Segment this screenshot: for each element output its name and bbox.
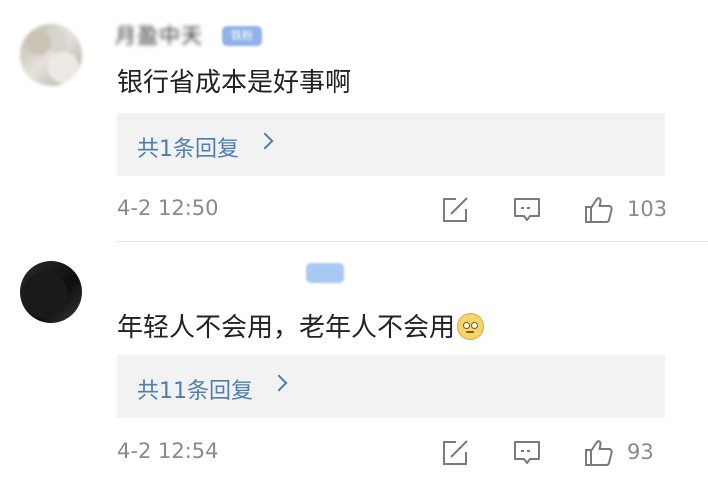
view-replies-button[interactable]: 共11条回复 [117, 355, 665, 418]
thumbs-up-icon[interactable] [583, 437, 615, 469]
replies-count-label: 共11条回复 [137, 379, 253, 404]
timestamp: 4-2 12:50 [117, 196, 219, 220]
share-icon[interactable] [439, 437, 471, 469]
doubt-emoji-icon [457, 313, 485, 340]
share-icon[interactable] [439, 194, 471, 226]
thumbs-up-icon[interactable] [583, 194, 615, 226]
comment-divider [117, 241, 708, 242]
comment-thread: 月盈中天 铁粉 银行省成本是好事啊 共1条回复 4-2 12:50 103 年轻… [0, 0, 708, 501]
username[interactable]: 月盈中天 [115, 20, 203, 50]
comment-icon[interactable] [511, 437, 543, 469]
like-count: 93 [627, 440, 654, 464]
comment-icon[interactable] [511, 194, 543, 226]
avatar[interactable] [20, 24, 82, 86]
fan-badge: 铁粉 [222, 26, 262, 46]
fan-badge [306, 263, 344, 283]
timestamp: 4-2 12:54 [117, 439, 219, 463]
chevron-right-icon [270, 374, 288, 392]
comment-footer: 4-2 12:54 93 [0, 433, 708, 473]
replies-count-label: 共1条回复 [137, 137, 239, 162]
comment-item: 年轻人不会用，老年人不会用 共11条回复 4-2 12:54 93 [0, 243, 708, 501]
like-count: 103 [627, 197, 668, 221]
avatar[interactable] [20, 261, 82, 323]
comment-text: 年轻人不会用，老年人不会用 [117, 307, 485, 344]
view-replies-button[interactable]: 共1条回复 [117, 113, 665, 176]
comment-footer: 4-2 12:50 103 [0, 190, 708, 230]
chevron-right-icon [256, 132, 274, 150]
comment-text: 银行省成本是好事啊 [117, 68, 352, 98]
fan-badge-label: 铁粉 [231, 29, 253, 42]
comment-text-content: 年轻人不会用，老年人不会用 [117, 313, 456, 343]
comment-item: 月盈中天 铁粉 银行省成本是好事啊 共1条回复 4-2 12:50 103 [0, 0, 708, 242]
